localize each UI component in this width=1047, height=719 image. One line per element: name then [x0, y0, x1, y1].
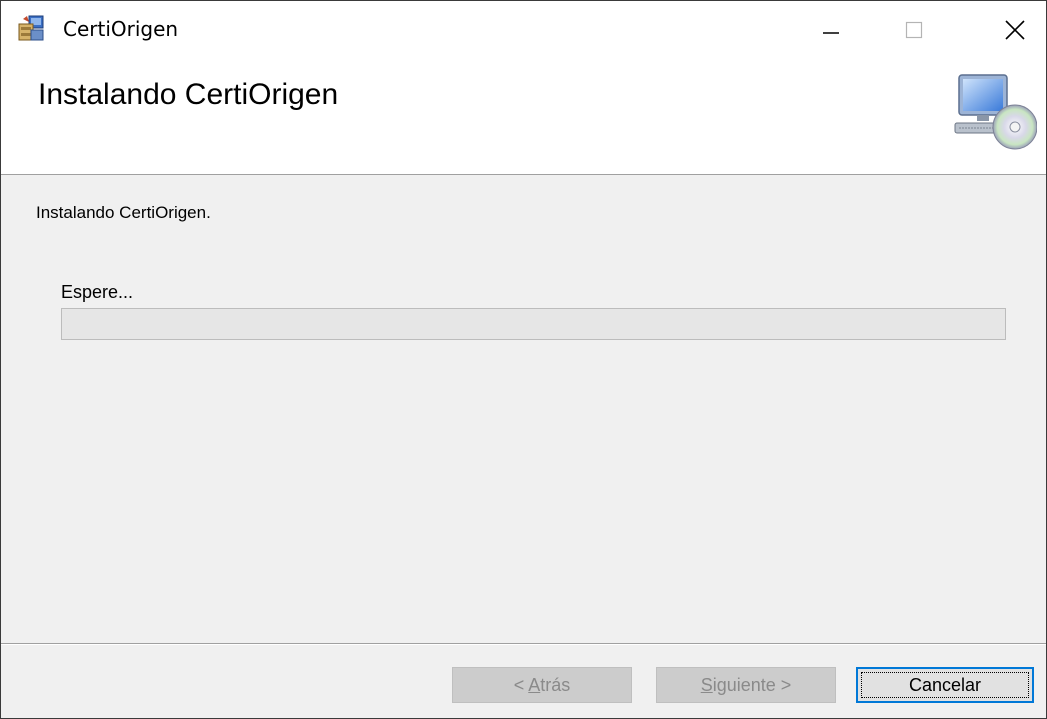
title-bar[interactable]: CertiOrigen: [1, 1, 1046, 59]
back-button[interactable]: < Atrás: [452, 667, 632, 703]
cancel-button-label: Cancelar: [908, 674, 982, 695]
next-button-label: Siguiente >: [700, 674, 792, 695]
window-title: CertiOrigen: [63, 17, 179, 41]
back-button-label: < Atrás: [513, 674, 571, 695]
computer-cd-icon: [954, 74, 1037, 150]
maximize-icon: [905, 21, 923, 39]
next-button[interactable]: Siguiente >: [656, 667, 836, 703]
minimize-icon: [823, 32, 839, 34]
wait-label: Espere...: [61, 282, 134, 302]
header-banner: Instalando CertiOrigen: [1, 59, 1046, 175]
cancel-button[interactable]: Cancelar: [856, 667, 1034, 703]
page-title: Instalando CertiOrigen: [38, 78, 339, 111]
installer-package-icon: [18, 15, 44, 41]
close-icon: [1005, 20, 1025, 40]
close-button[interactable]: [985, 1, 1045, 59]
minimize-button[interactable]: [801, 1, 861, 59]
footer-divider: [1, 643, 1046, 645]
maximize-button[interactable]: [884, 1, 944, 59]
progress-bar: [61, 308, 1006, 340]
installer-window: CertiOrigen Instalando CertiOrigen Insta…: [0, 0, 1047, 719]
status-text: Instalando CertiOrigen.: [36, 203, 211, 222]
